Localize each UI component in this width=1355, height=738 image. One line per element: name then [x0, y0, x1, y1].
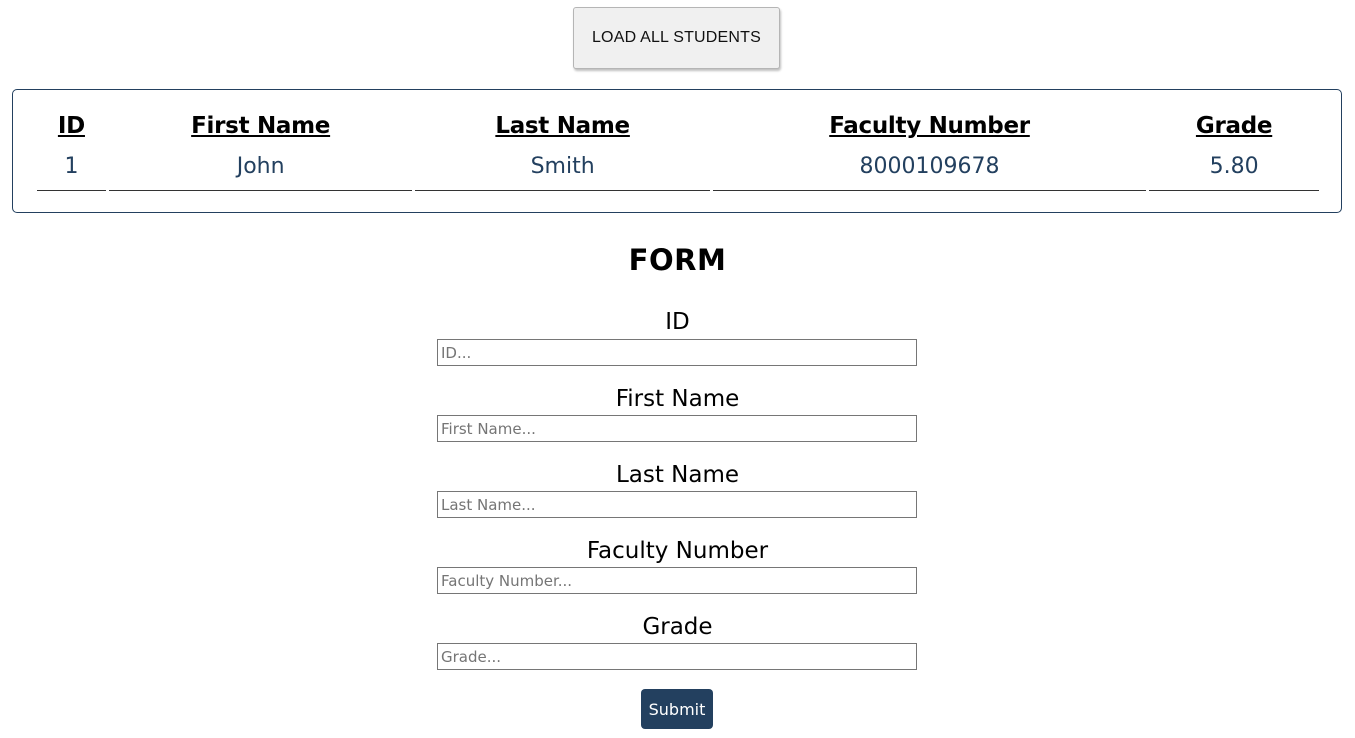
- cell-grade: 5.80: [1149, 146, 1319, 191]
- id-input[interactable]: [437, 339, 917, 366]
- column-header-faculty-number[interactable]: Faculty Number: [713, 106, 1146, 146]
- form-title: FORM: [628, 243, 727, 277]
- students-table: ID First Name Last Name Faculty Number G…: [34, 106, 1322, 191]
- column-header-first-name[interactable]: First Name: [109, 106, 412, 146]
- faculty-number-label: Faculty Number: [586, 538, 769, 564]
- first-name-input[interactable]: [437, 415, 917, 442]
- load-all-students-button[interactable]: LOAD ALL STUDENTS: [573, 7, 780, 69]
- cell-first-name: John: [108, 146, 413, 191]
- column-header-id[interactable]: ID: [37, 106, 106, 146]
- column-header-grade[interactable]: Grade: [1149, 106, 1319, 146]
- table-row[interactable]: 1 John Smith 8000109678 5.80: [37, 146, 1319, 191]
- submit-button[interactable]: Submit: [641, 689, 713, 729]
- cell-faculty-number: 8000109678: [712, 146, 1147, 191]
- column-header-last-name[interactable]: Last Name: [415, 106, 709, 146]
- students-table-panel: ID First Name Last Name Faculty Number G…: [12, 89, 1342, 213]
- first-name-label: First Name: [615, 386, 740, 412]
- faculty-number-input[interactable]: [437, 567, 917, 594]
- cell-id: 1: [37, 146, 106, 191]
- grade-input[interactable]: [437, 643, 917, 670]
- id-label: ID: [665, 309, 690, 335]
- last-name-input[interactable]: [437, 491, 917, 518]
- last-name-label: Last Name: [615, 462, 740, 488]
- table-header-row: ID First Name Last Name Faculty Number G…: [37, 106, 1319, 146]
- cell-last-name: Smith: [415, 146, 710, 191]
- grade-label: Grade: [642, 614, 713, 640]
